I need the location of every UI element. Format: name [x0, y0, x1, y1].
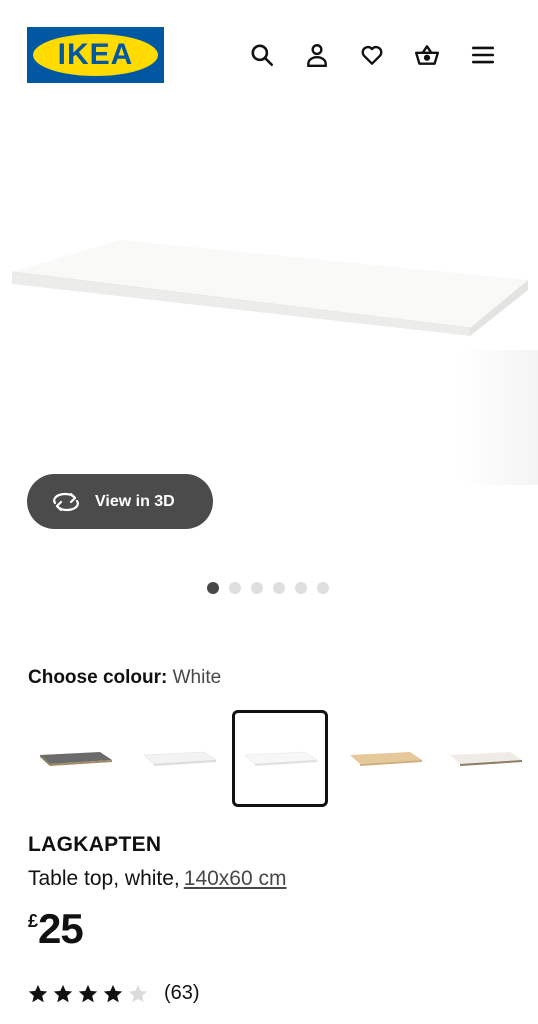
colour-swatch-dark-grey[interactable]	[28, 710, 124, 807]
product-rating[interactable]: (63)	[27, 982, 200, 1005]
ikea-logo[interactable]: IKEA ®	[27, 27, 164, 83]
view-in-3d-label: View in 3D	[95, 492, 175, 510]
image-shadow	[460, 350, 538, 485]
logo-text: IKEA	[57, 38, 134, 71]
product-name: LAGKAPTEN	[28, 833, 162, 856]
star-filled-icon	[53, 984, 73, 1002]
colour-selector-label: Choose colour: White	[28, 667, 221, 689]
pagination-dot[interactable]	[207, 582, 219, 594]
product-description-text: Table top, white,	[28, 867, 180, 890]
product-description: Table top, white, 140x60 cm	[28, 867, 287, 891]
review-count: (63)	[164, 982, 200, 1004]
colour-swatch-white-stained[interactable]	[132, 710, 228, 807]
header: IKEA ®	[0, 0, 538, 110]
user-icon[interactable]	[303, 41, 331, 69]
pagination-dot[interactable]	[229, 582, 241, 594]
pagination-dot[interactable]	[273, 582, 285, 594]
colour-swatches	[28, 710, 538, 808]
pagination-dot[interactable]	[251, 582, 263, 594]
selected-colour-value: White	[172, 667, 222, 688]
price-amount: 25	[38, 905, 84, 952]
basket-icon[interactable]	[413, 41, 441, 69]
product-size-link[interactable]: 140x60 cm	[184, 867, 287, 890]
product-image-tabletop	[11, 240, 528, 336]
colour-swatch-birch[interactable]	[338, 710, 434, 807]
view-in-3d-button[interactable]: View in 3D	[27, 474, 213, 529]
colour-swatch-white-anthracite[interactable]	[438, 710, 534, 807]
gallery-pagination	[207, 582, 329, 594]
heart-icon[interactable]	[358, 41, 386, 69]
registered-mark: ®	[154, 39, 160, 46]
price-currency: £	[28, 911, 39, 931]
pagination-dot[interactable]	[295, 582, 307, 594]
star-filled-icon	[28, 984, 48, 1002]
pagination-dot[interactable]	[317, 582, 329, 594]
colour-swatch-white[interactable]	[232, 710, 328, 807]
product-price: £ 25	[28, 905, 84, 953]
star-filled-icon	[78, 984, 98, 1002]
star-empty-icon	[128, 984, 148, 1002]
star-filled-icon	[103, 984, 123, 1002]
choose-colour-label: Choose colour:	[28, 667, 168, 688]
hamburger-menu-icon[interactable]	[469, 41, 497, 69]
search-icon[interactable]	[248, 41, 276, 69]
rotate-3d-icon	[53, 492, 79, 511]
